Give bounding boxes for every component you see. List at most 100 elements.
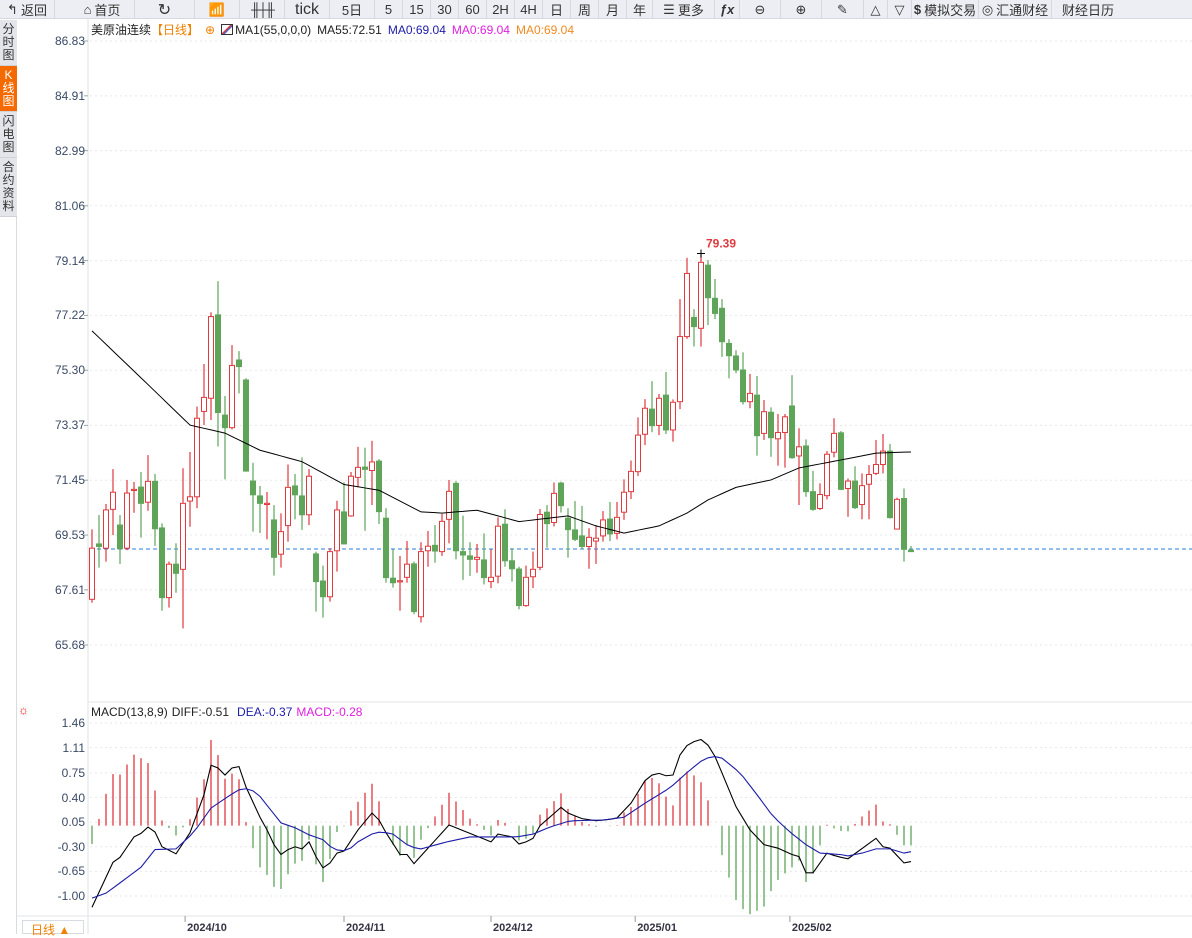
candle-down [152,480,158,530]
candle-up [796,446,802,457]
candle-up [859,485,865,505]
candle-down [411,563,417,613]
price-tick-label: 73.37 [54,418,85,433]
candle-up [684,272,690,338]
candle-up [404,563,410,578]
candle-up [397,580,403,583]
candle-down [565,517,571,531]
price-tick-label: 86.83 [54,34,85,48]
candle-down [222,414,228,429]
candle-up [866,474,872,485]
date-label: 2024/10 [187,922,227,934]
price-tick-label: 69.53 [54,528,85,543]
candle-up [635,434,641,473]
macd-tick-label: 0.40 [61,790,85,805]
candle-down [383,517,389,579]
candle-down [733,355,739,371]
candle-up [180,502,186,570]
candle-up [418,551,424,618]
price-tick-label: 84.91 [54,88,85,103]
candle-down [607,518,613,535]
candle-down [215,314,221,414]
candle-up [621,491,627,513]
candle-down [432,544,438,552]
candle-up [747,392,753,403]
candle-up [775,432,781,440]
candle-down [810,491,816,510]
candle-down [579,535,585,547]
candle-up [194,417,200,498]
price-tick-label: 77.22 [54,308,85,323]
candle-down [649,408,655,427]
candle-down [740,369,746,403]
candle-down [271,519,277,558]
candle-down [705,264,711,299]
price-tick-label: 79.14 [54,253,85,268]
candle-up [327,551,333,598]
date-label: 2025/01 [637,922,677,934]
macd-tick-label: -0.65 [57,864,85,879]
candle-up [145,480,151,503]
candle-up [306,475,312,516]
ma0-value-magenta: MA0:69.04 [451,22,510,37]
candle-up [873,464,879,474]
candle-up [425,545,431,552]
candle-up [488,576,494,583]
price-tick-label: 75.30 [54,363,85,378]
candle-up [782,416,788,434]
candle-up [348,475,354,517]
kline-chart[interactable]: 79.39 [0,0,1192,934]
candle-down [509,560,515,570]
ma-name: MA1(55,0,0,0) [235,22,312,37]
candle-up [824,453,830,497]
macd-tick-label: -0.30 [57,839,85,854]
settings-sun-icon[interactable]: ☼ [18,703,29,717]
candle-down [460,551,466,556]
candle-down [838,432,844,490]
candle-down [257,495,263,504]
candle-up [285,486,291,527]
candle-up [761,411,767,434]
candle-down [299,495,305,516]
price-tick-label: 81.06 [54,198,85,213]
candle-up [677,336,683,403]
candle-down [236,359,242,368]
candle-down [516,568,522,607]
candle-down [803,445,809,493]
diff-value: DIFF:-0.51 [171,705,230,719]
candle-down [243,379,249,472]
candle-down [173,563,179,574]
price-tick-label: 67.61 [54,582,85,597]
candle-up [278,531,284,555]
add-icon[interactable]: ⊕ [205,23,215,37]
candle-down [390,577,396,584]
candle-down [887,450,893,519]
candle-up [439,520,445,553]
candle-down [362,466,368,470]
diff-line [91,738,912,908]
candle-up [103,509,109,549]
macd-tick-label: 1.46 [61,716,85,730]
ma55-value: MA55:72.51 [317,22,382,37]
candle-up [894,498,900,530]
candle-up [229,364,235,429]
candle-down [250,480,256,496]
price-tick-label: 82.99 [54,143,85,158]
macd-value: MACD:-0.28 [296,705,363,719]
candle-up [369,461,375,472]
ma0-value-orange: MA0:69.04 [515,22,574,37]
candle-down [572,529,578,540]
candle-down [852,480,858,509]
indicator-icon[interactable] [221,24,234,35]
candle-down [341,511,347,545]
candle-down [453,482,459,552]
candle-up [495,525,501,577]
candle-up [110,491,116,510]
candle-up [642,407,648,435]
candle-up [131,488,137,492]
candle-down [481,559,487,579]
candle-down [138,486,144,504]
candle-down [908,549,914,553]
period-selector[interactable]: 日线 ▲ [22,920,84,937]
candle-down [712,297,718,314]
